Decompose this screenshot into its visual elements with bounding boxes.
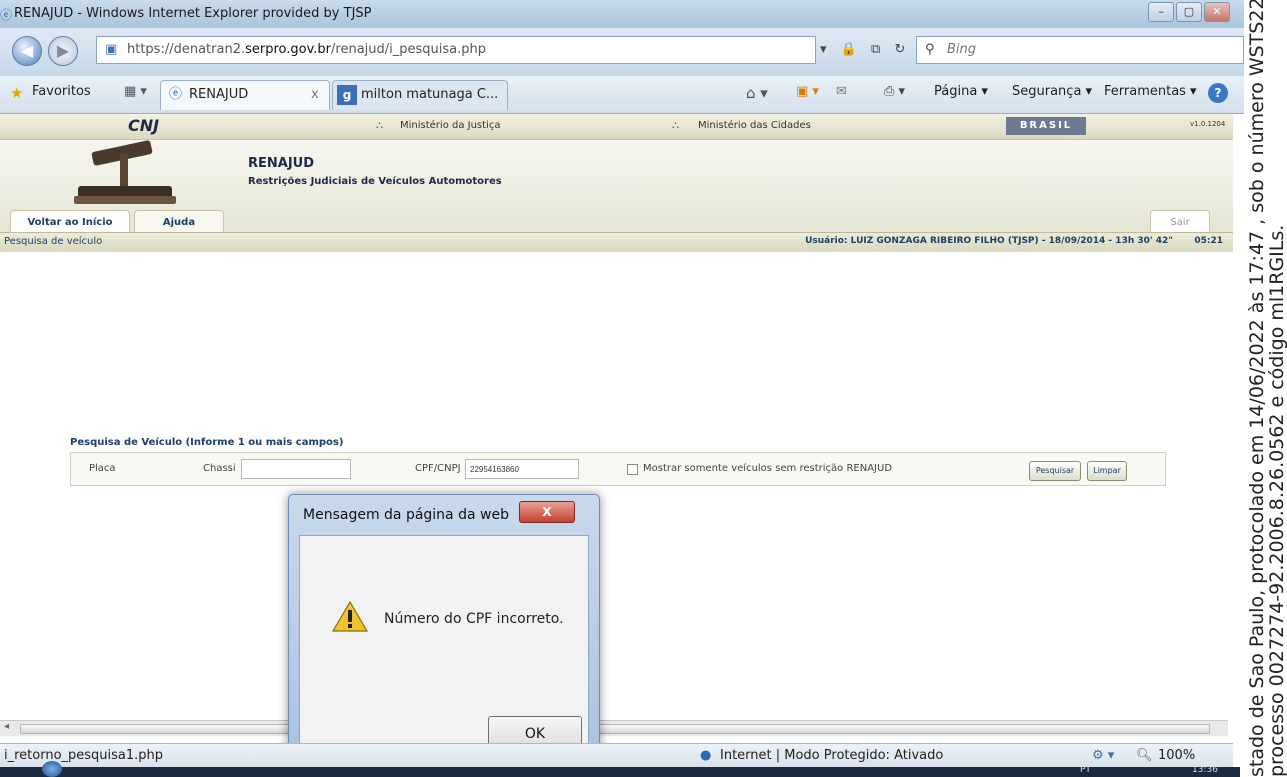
url-domain: serpro.gov.br (245, 42, 332, 57)
placa-label: Placa (89, 463, 116, 474)
quick-tabs-icon[interactable]: ▦ ▾ (124, 84, 147, 99)
rss-feed-icon[interactable]: ▣ ▾ (796, 84, 819, 99)
search-input[interactable]: ⚲ Bing (916, 36, 1244, 64)
globe-icon: ● (700, 748, 712, 763)
cpf-input[interactable] (465, 459, 579, 479)
security-zone[interactable]: Internet | Modo Protegido: Ativado (720, 748, 943, 763)
brasil-logo: BRASIL (1006, 117, 1086, 135)
mail-icon[interactable]: ✉ (836, 84, 847, 99)
dialog-message: Número do CPF incorreto. (384, 611, 564, 627)
search-panel-title: Pesquisa de Veículo (Informe 1 ou mais c… (70, 437, 344, 448)
protocol-stamp: stado de Sao Paulo, protocolado em 14/06… (1244, 0, 1287, 777)
tab-label: milton matunaga C... (361, 87, 499, 102)
favorites-star-icon[interactable]: ★ (10, 84, 23, 102)
status-url: i_retorno_pesquisa1.php (4, 748, 164, 763)
cpf-label: CPF/CNPJ (415, 463, 461, 474)
gov-strip: CNJ ⛬ Ministério da Justiça ⛬ Ministério… (0, 114, 1233, 140)
search-form: Placa Chassi CPF/CNPJ Mostrar somente ve… (70, 452, 1166, 486)
compat-view-icon[interactable]: ⧉ (871, 42, 880, 57)
window-title: RENAJUD - Windows Internet Explorer prov… (14, 6, 372, 21)
tab-milton[interactable]: g milton matunaga C... (332, 80, 508, 110)
ie-tab-icon: ⓔ (169, 87, 183, 102)
help-icon[interactable]: ? (1208, 83, 1228, 103)
protocol-line-1: stado de Sao Paulo, protocolado em 14/06… (1246, 0, 1268, 777)
site-subtitle: Restrições Judiciais de Veículos Automot… (248, 176, 502, 187)
exit-button[interactable]: Sair (1150, 210, 1210, 232)
google-tab-icon: g (337, 85, 357, 105)
address-row: ◀ ▶ ▣ https://denatran2.serpro.gov.br/re… (0, 28, 1245, 76)
tab-close-icon[interactable]: x (311, 81, 319, 109)
favorites-bar: ★ Favoritos ▦ ▾ ⓔ RENAJUD x g milton mat… (0, 76, 1245, 114)
favorites-button[interactable]: Favoritos (32, 84, 91, 99)
site-header: RENAJUD Restrições Judiciais de Veículos… (0, 140, 1233, 232)
home-icon[interactable]: ⌂ ▾ (746, 84, 768, 102)
breadcrumb: Pesquisa de veículo (4, 236, 103, 247)
zoom-globe-icon[interactable]: ⚙ ▾ (1092, 748, 1114, 763)
maximize-button[interactable]: ▢ (1176, 2, 1202, 22)
info-bar: Pesquisa de veículo Usuário: LUIZ GONZAG… (0, 232, 1233, 252)
restriction-checkbox-label: Mostrar somente veículos sem restrição R… (643, 463, 893, 474)
tab-home[interactable]: Voltar ao Início (10, 210, 130, 232)
page-menu[interactable]: Página ▾ (934, 84, 988, 99)
lock-icon[interactable]: 🔒 (841, 42, 857, 57)
alert-dialog: Mensagem da página da web X Número do CP… (288, 494, 600, 776)
status-bar: i_retorno_pesquisa1.php ● Internet | Mod… (0, 743, 1233, 767)
dialog-close-button[interactable]: X (519, 501, 575, 523)
tab-renajud[interactable]: ⓔ RENAJUD x (160, 80, 330, 110)
gov-emblem-icon: ⛬ (376, 120, 383, 131)
page-icon: ▣ (105, 42, 118, 57)
gavel-icon (74, 140, 176, 204)
chassi-label: Chassi (203, 463, 236, 474)
forward-button[interactable]: ▶ (48, 36, 78, 66)
minimize-button[interactable]: – (1148, 2, 1174, 22)
search-button[interactable]: Pesquisar (1029, 461, 1081, 481)
ministry-cities-link[interactable]: Ministério das Cidades (698, 120, 811, 131)
cnj-logo: CNJ (128, 116, 160, 135)
url-path: /renajud/i_pesquisa.php (331, 42, 486, 57)
forward-arrow-icon: ▶ (56, 41, 70, 60)
tab-help[interactable]: Ajuda (134, 210, 224, 232)
back-button[interactable]: ◀ (12, 36, 42, 66)
print-icon[interactable]: ⎙ ▾ (884, 84, 905, 99)
tab-label: RENAJUD (189, 87, 249, 102)
scroll-left-icon[interactable]: ◂ (4, 721, 9, 732)
window-titlebar: ⓔ RENAJUD - Windows Internet Explorer pr… (0, 0, 1245, 28)
url-prefix: https://denatran2. (127, 42, 246, 57)
scroll-thumb[interactable] (20, 724, 1210, 734)
dialog-body: Número do CPF incorreto. OK (299, 535, 589, 771)
session-timer: 05:21 (1194, 236, 1223, 246)
restriction-checkbox[interactable] (627, 464, 638, 475)
refresh-icon[interactable]: ↻ (894, 42, 905, 57)
security-menu[interactable]: Segurança ▾ (1012, 84, 1092, 99)
version-label: v1.0.1204 (1190, 120, 1226, 128)
warning-icon (332, 600, 368, 632)
start-button-icon[interactable] (42, 761, 62, 777)
language-indicator[interactable]: PT (1080, 765, 1091, 775)
close-window-button[interactable]: ✕ (1204, 2, 1230, 22)
address-bar[interactable]: ▣ https://denatran2.serpro.gov.br/renaju… (96, 36, 816, 64)
taskbar: PT 13:36 (0, 761, 1240, 777)
ie-logo-icon: ⓔ (0, 8, 13, 22)
clear-button[interactable]: Limpar (1087, 461, 1127, 481)
tools-menu[interactable]: Ferramentas ▾ (1104, 84, 1197, 99)
clock[interactable]: 13:36 (1192, 765, 1218, 775)
ministry-justice-link[interactable]: Ministério da Justiça (400, 120, 500, 131)
site-title: RENAJUD (248, 156, 315, 171)
gov-emblem-icon: ⛬ (672, 120, 679, 131)
search-icon: ⚲ (925, 42, 935, 57)
zoom-icon: 🔍︎ (1136, 748, 1153, 763)
dropdown-icon[interactable]: ▾ (820, 42, 827, 57)
horizontal-scrollbar[interactable]: ◂ (0, 720, 1228, 736)
dialog-title: Mensagem da página da web (303, 507, 509, 523)
search-placeholder: Bing (947, 42, 977, 57)
user-info: Usuário: LUIZ GONZAGA RIBEIRO FILHO (TJS… (805, 236, 1173, 246)
zoom-level[interactable]: 100% (1158, 748, 1195, 763)
back-arrow-icon: ◀ (20, 41, 34, 60)
chassi-input[interactable] (241, 459, 351, 479)
protocol-line-2: processo 0027274-92.2006.8.26.0562 e cód… (1266, 224, 1287, 777)
